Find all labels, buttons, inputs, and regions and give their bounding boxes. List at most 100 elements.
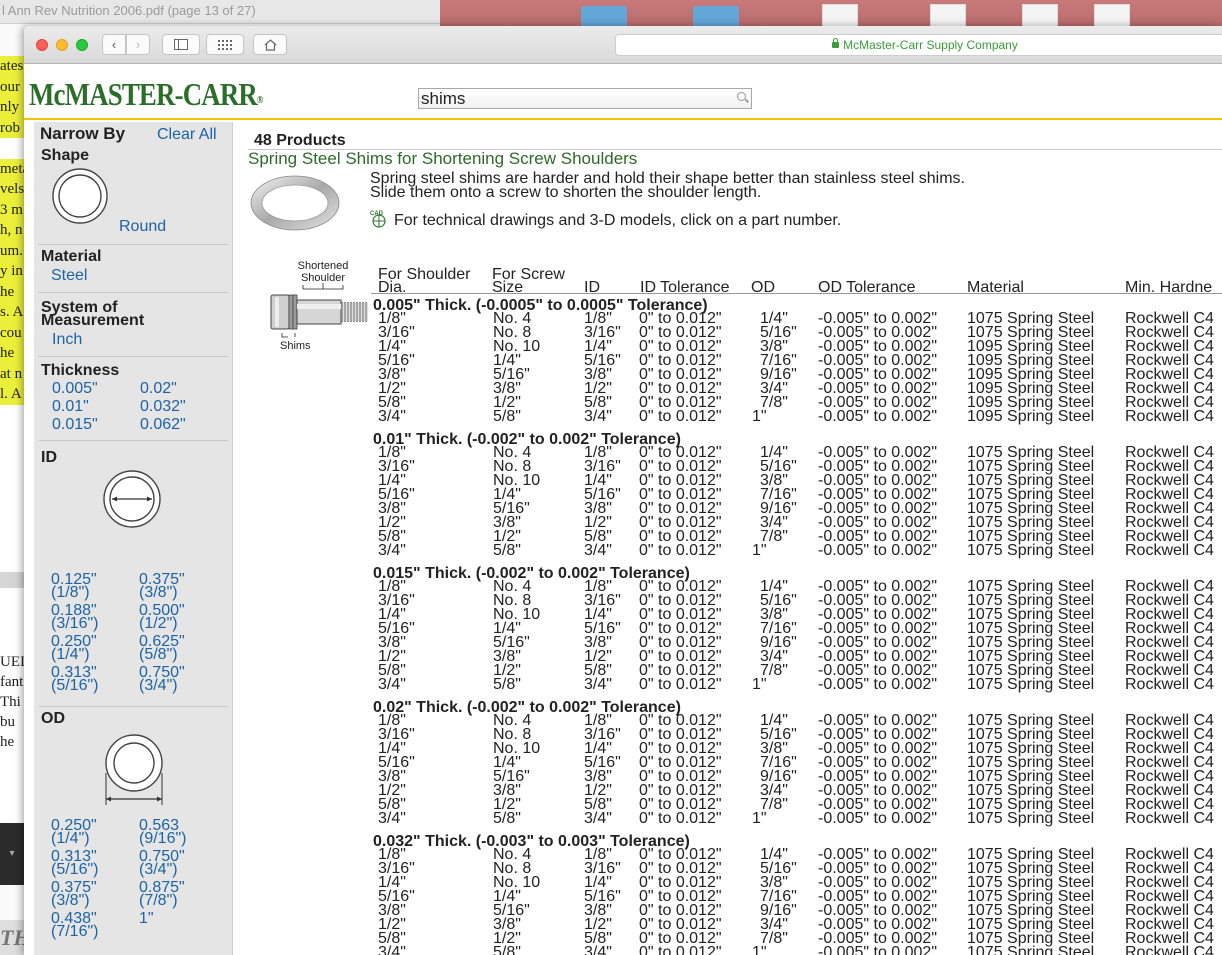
pdf-text-line: y in xyxy=(0,261,24,282)
thickness-option[interactable]: 0.015" xyxy=(52,416,98,433)
cell-id: 3/4" xyxy=(584,944,612,955)
col-id-tolerance[interactable]: ID Tolerance xyxy=(640,280,730,296)
cell-od: 1" xyxy=(752,810,767,827)
pdf-text-line: our xyxy=(0,76,24,97)
pdf-dark-panel: ▾ xyxy=(0,823,24,885)
id-option-link[interactable]: 0.375" (3/8") xyxy=(139,572,185,601)
chevron-left-icon: ‹ xyxy=(111,37,117,52)
id-option-link[interactable]: 0.188" (3/16") xyxy=(51,603,99,632)
minimize-window-button[interactable] xyxy=(56,39,68,51)
home-button[interactable] xyxy=(253,34,287,55)
registered-mark: ® xyxy=(256,95,264,106)
description-line-2: Slide them onto a screw to shorten the s… xyxy=(370,184,762,201)
thickness-option[interactable]: 0.01" xyxy=(52,398,89,415)
outer-diameter-icon xyxy=(105,734,163,805)
pdf-text-line: um. xyxy=(0,240,24,261)
narrow-by-sidebar: Narrow By Clear All Shape Round Material… xyxy=(34,122,233,955)
system-inch-link[interactable]: Inch xyxy=(52,331,82,348)
thickness-option[interactable]: 0.032" xyxy=(140,398,186,415)
col-shoulder-dia-2: Dia. xyxy=(378,279,407,296)
id-option-link[interactable]: 0.125" (1/8") xyxy=(51,572,97,601)
thickness-filter-title: Thickness xyxy=(41,362,120,379)
grid-icon xyxy=(218,40,232,50)
col-od-tolerance[interactable]: OD Tolerance xyxy=(818,280,916,296)
material-steel-link[interactable]: Steel xyxy=(51,267,87,284)
cell-idt: 0" to 0.012" xyxy=(639,408,722,425)
round-shape-icon[interactable] xyxy=(51,167,109,225)
top-sites-button[interactable] xyxy=(206,34,244,55)
search-box[interactable] xyxy=(418,88,752,109)
id-option-link[interactable]: 0.500" (1/2") xyxy=(139,603,185,632)
thickness-option[interactable]: 0.062" xyxy=(140,416,186,433)
table-row[interactable]: 3/4" 5/8" 3/4" 0" to 0.012" 1" -0.005" to 0.0… xyxy=(248,408,1222,425)
cell-sd: 3/4" xyxy=(378,542,406,559)
id-option-link[interactable]: 0.313" (5/16") xyxy=(51,665,98,694)
close-window-button[interactable] xyxy=(36,39,48,51)
narrow-by-title: Narrow By xyxy=(40,124,126,143)
id-section-divider xyxy=(39,440,228,441)
col-od[interactable]: OD xyxy=(751,280,775,296)
pdf-window-title[interactable]: l Ann Rev Nutrition 2006.pdf (page 13 of… xyxy=(0,0,440,24)
od-option-link[interactable]: 0.563 (9/16") xyxy=(139,818,186,847)
cell-odt: -0.005" to 0.002" xyxy=(818,542,937,559)
od-option-link[interactable]: 0.750" (3/4") xyxy=(139,849,185,878)
browser-window[interactable]: ‹ › McMaster-Carr Supply Company McMASTE… xyxy=(24,26,1222,955)
logo-text: McMASTER-CARR xyxy=(29,76,258,112)
site-header: McMASTER-CARR® xyxy=(24,64,1222,120)
od-option-link[interactable]: 1" xyxy=(139,911,154,927)
col-min-hardness[interactable]: Min. Hardne xyxy=(1125,280,1212,296)
search-input[interactable] xyxy=(421,89,721,108)
clear-all-link[interactable]: Clear All xyxy=(157,126,217,143)
diagram-label-shortened: Shortened xyxy=(298,260,349,272)
shape-filter-title: Shape xyxy=(41,147,90,164)
od-option-link[interactable]: 0.250" (1/4") xyxy=(51,818,97,847)
id-option-link[interactable]: 0.750" (3/4") xyxy=(139,665,185,694)
cell-hard: Rockwell C4 xyxy=(1125,944,1214,955)
col-id[interactable]: ID xyxy=(584,280,600,296)
product-listing: 48 Products Spring Steel Shims for Short… xyxy=(248,122,1222,955)
od-option-link[interactable]: 0.438" (7/16") xyxy=(51,911,98,940)
cell-sd: 3/4" xyxy=(378,810,406,827)
zoom-window-button[interactable] xyxy=(76,39,88,51)
option-fraction: (3/16") xyxy=(51,615,99,632)
table-row[interactable]: 3/4" 5/8" 3/4" 0" to 0.012" 1" -0.005" to 0.0… xyxy=(248,542,1222,559)
pdf-text-line: vels xyxy=(0,179,24,200)
cell-id: 3/4" xyxy=(584,542,612,559)
address-bar[interactable]: McMaster-Carr Supply Company xyxy=(615,34,1222,56)
thickness-option[interactable]: 0.02" xyxy=(140,380,177,397)
cell-sd: 3/4" xyxy=(378,944,406,955)
id-option-link[interactable]: 0.625" (5/8") xyxy=(139,634,185,663)
cad-icon-label: CAD xyxy=(370,211,384,217)
search-icon[interactable] xyxy=(737,92,746,101)
pdf-bottom-text: TH xyxy=(0,920,24,955)
mcmaster-carr-logo[interactable]: McMASTER-CARR® xyxy=(29,76,263,113)
browser-toolbar: ‹ › McMaster-Carr Supply Company xyxy=(24,26,1222,64)
pdf-text-line: l. A xyxy=(0,384,24,405)
system-section-divider xyxy=(39,292,228,293)
sidebar-toggle-button[interactable] xyxy=(162,34,200,55)
cell-mat: 1075 Spring Steel xyxy=(967,810,1095,827)
pdf-text-line: ates xyxy=(0,56,24,77)
table-row[interactable]: 3/4" 5/8" 3/4" 0" to 0.012" 1" -0.005" to 0.0… xyxy=(248,944,1222,955)
home-icon xyxy=(264,39,276,51)
thickness-option[interactable]: 0.005" xyxy=(52,380,98,397)
pdf-text-line: rob xyxy=(0,117,24,138)
shape-round-link[interactable]: Round xyxy=(119,218,166,235)
od-option-link[interactable]: 0.313" (5/16") xyxy=(51,849,98,878)
cell-sd: 3/4" xyxy=(378,408,406,425)
table-row[interactable]: 3/4" 5/8" 3/4" 0" to 0.012" 1" -0.005" to 0.0… xyxy=(248,676,1222,693)
od-filter-title: OD xyxy=(41,710,65,727)
cell-mat: 1075 Spring Steel xyxy=(967,676,1095,693)
table-row[interactable]: 3/4" 5/8" 3/4" 0" to 0.012" 1" -0.005" to 0.0… xyxy=(248,810,1222,827)
back-button[interactable]: ‹ xyxy=(102,34,126,55)
od-option-link[interactable]: 0.375" (3/8") xyxy=(51,880,97,909)
forward-button[interactable]: › xyxy=(126,34,150,55)
spring-steel-shim-image[interactable] xyxy=(250,174,340,234)
cell-idt: 0" to 0.012" xyxy=(639,676,722,693)
col-material[interactable]: Material xyxy=(967,280,1024,296)
cell-ss: 5/8" xyxy=(493,944,521,955)
pdf-page-text-2: UEI fant Thi bu he xyxy=(0,588,24,823)
id-option-link[interactable]: 0.250" (1/4") xyxy=(51,634,97,663)
cell-id: 3/4" xyxy=(584,408,612,425)
od-option-link[interactable]: 0.875" (7/8") xyxy=(139,880,185,909)
